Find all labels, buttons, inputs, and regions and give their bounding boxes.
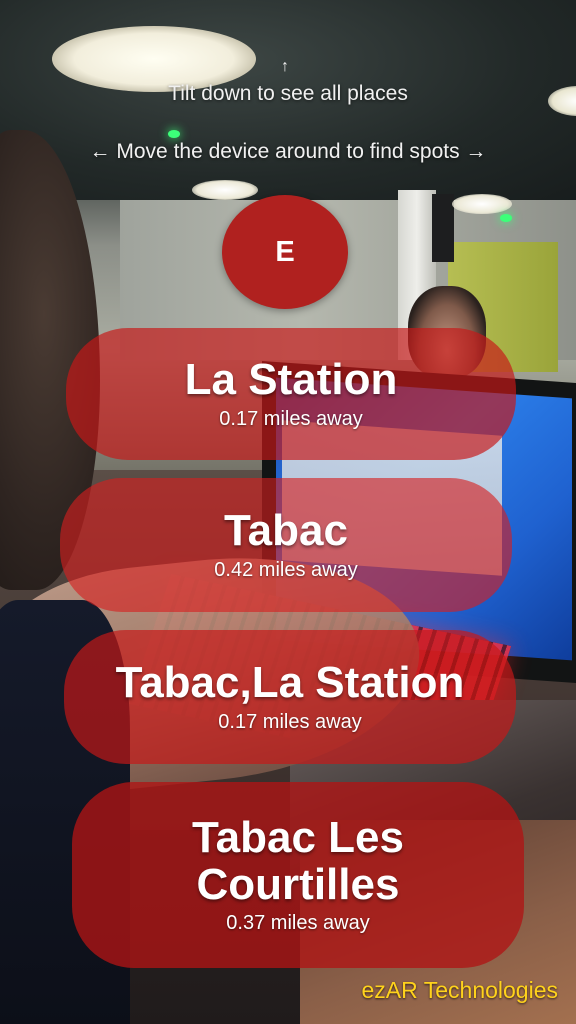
tilt-hint: Tilt down to see all places xyxy=(168,82,408,105)
ceiling-light xyxy=(192,180,258,200)
place-card-tabac-la-station[interactable]: Tabac,La Station 0.17 miles away xyxy=(64,630,516,764)
place-name: Tabac,La Station xyxy=(115,658,465,708)
brand-watermark: ezAR Technologies xyxy=(361,977,558,1003)
green-light xyxy=(168,130,180,138)
place-card-tabac-les-courtilles[interactable]: Tabac Les Courtilles 0.37 miles away xyxy=(72,782,524,968)
place-card-tabac[interactable]: Tabac 0.42 miles away xyxy=(60,478,512,612)
place-distance: 0.42 miles away xyxy=(214,558,358,581)
place-name: Tabac Les Courtilles xyxy=(192,813,404,909)
speaker xyxy=(432,194,454,262)
place-card-la-station[interactable]: La Station 0.17 miles away xyxy=(66,328,516,460)
arrow-up-icon: ↑ xyxy=(281,58,289,75)
move-hint: ← Move the device around to find spots → xyxy=(89,140,487,163)
place-name: Tabac xyxy=(224,506,348,556)
ceiling-light xyxy=(452,194,512,214)
ar-camera-view[interactable]: ↑ Tilt down to see all places ← Move the… xyxy=(0,0,576,1024)
place-distance: 0.17 miles away xyxy=(219,407,363,430)
compass-heading: E xyxy=(222,195,348,309)
place-name: La Station xyxy=(184,355,398,405)
green-light xyxy=(500,214,512,222)
place-distance: 0.17 miles away xyxy=(218,710,362,733)
place-distance: 0.37 miles away xyxy=(226,911,370,934)
